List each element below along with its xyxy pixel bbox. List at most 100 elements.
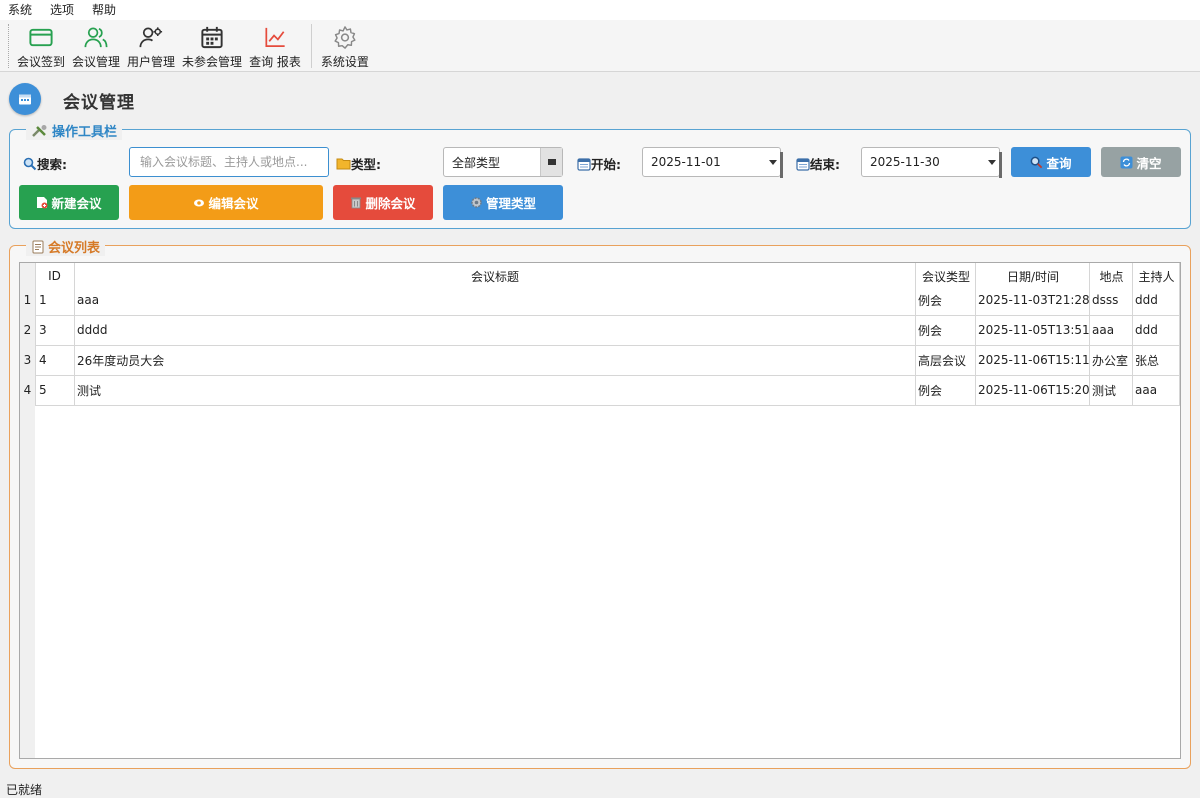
checkin-button[interactable]: 会议签到	[14, 20, 68, 70]
type-label: 类型:	[336, 154, 381, 173]
column-divider	[1179, 263, 1180, 405]
toolbar-separator	[310, 24, 312, 68]
user-manage-label: 用户管理	[127, 55, 176, 69]
table-cell-datetime[interactable]: 2025-11-06T15:11:53	[975, 345, 1089, 375]
edit-meeting-button[interactable]: 编辑会议	[129, 185, 323, 220]
table-cell-title[interactable]: aaa	[74, 285, 915, 315]
table-cell-id[interactable]: 3	[36, 315, 74, 345]
type-select[interactable]: 全部类型	[443, 147, 563, 177]
search-label-text: 搜索:	[37, 157, 67, 172]
meeting-list-legend: 会议列表	[26, 237, 106, 256]
settings-button[interactable]: 系统设置	[318, 20, 372, 70]
report-label: 查询 报表	[249, 55, 301, 69]
table-cell-datetime[interactable]: 2025-11-05T13:51:12	[975, 315, 1089, 345]
toolbar: 会议签到 会议管理 用户管理 未参会管理 查询 报表 系统设置	[0, 20, 1200, 72]
table-cell-type[interactable]: 例会	[915, 285, 975, 315]
clear-button-label: 清空	[1136, 155, 1162, 171]
end-date-value: 2025-11-30	[870, 155, 940, 169]
checkin-label: 会议签到	[17, 55, 66, 69]
table-cell-host[interactable]: ddd	[1132, 315, 1179, 345]
table-cell-host[interactable]: aaa	[1132, 375, 1179, 405]
row-number[interactable]: 3	[20, 345, 35, 375]
page-title: 会议管理	[63, 93, 135, 113]
page-calendar-icon	[9, 83, 41, 115]
table-cell-location[interactable]: dsss	[1089, 285, 1132, 315]
new-meeting-button[interactable]: 新建会议	[19, 185, 119, 220]
menu-system[interactable]: 系统	[0, 0, 41, 20]
row-number[interactable]: 4	[20, 375, 35, 405]
edit-meeting-label: 编辑会议	[208, 196, 259, 211]
start-label-text: 开始:	[591, 157, 621, 172]
report-button[interactable]: 查询 报表	[246, 20, 304, 70]
status-text: 已就绪	[6, 782, 43, 797]
table-cell-host[interactable]: 张总	[1132, 345, 1179, 375]
clear-button[interactable]: 清空	[1101, 147, 1181, 177]
search-label: 搜索:	[23, 154, 67, 173]
search-icon	[23, 157, 37, 170]
calendar-icon	[201, 26, 223, 49]
folder-icon	[336, 158, 351, 170]
table-cell-host[interactable]: ddd	[1132, 285, 1179, 315]
table-cell-location[interactable]: aaa	[1089, 315, 1132, 345]
user-manage-button[interactable]: 用户管理	[124, 20, 178, 70]
table-cell-title[interactable]: dddd	[74, 315, 915, 345]
type-label-text: 类型:	[351, 157, 381, 172]
trash-icon	[351, 197, 362, 209]
table-cell-location[interactable]: 办公室	[1089, 345, 1132, 375]
table-cell-type[interactable]: 高层会议	[915, 345, 975, 375]
table-cell-id[interactable]: 4	[36, 345, 74, 375]
meeting-manage-label: 会议管理	[72, 55, 121, 69]
user-gear-icon	[139, 27, 163, 48]
dropdown-icon[interactable]	[540, 148, 562, 176]
end-label: 结束:	[796, 154, 840, 173]
chevron-down-icon[interactable]	[766, 148, 780, 176]
table-cell-type[interactable]: 例会	[915, 315, 975, 345]
chart-icon	[265, 27, 285, 48]
pencil-icon	[194, 199, 205, 206]
start-label: 开始:	[577, 154, 621, 173]
calendar-small-icon	[577, 157, 591, 171]
row-number[interactable]: 2	[20, 315, 35, 345]
table-cell-type[interactable]: 例会	[915, 375, 975, 405]
search-icon	[1031, 156, 1043, 168]
table-cell-id[interactable]: 5	[36, 375, 74, 405]
refresh-icon	[1120, 156, 1133, 168]
start-date-value: 2025-11-01	[651, 155, 721, 169]
table-cell-location[interactable]: 测试	[1089, 375, 1132, 405]
meeting-manage-button[interactable]: 会议管理	[69, 20, 123, 70]
new-document-icon	[37, 197, 48, 209]
absence-manage-button[interactable]: 未参会管理	[179, 20, 245, 70]
delete-meeting-label: 删除会议	[365, 196, 416, 211]
menu-help[interactable]: 帮助	[83, 0, 125, 20]
row-number[interactable]: 1	[20, 285, 35, 315]
settings-label: 系统设置	[320, 55, 369, 69]
table-cell-datetime[interactable]: 2025-11-06T15:20:41	[975, 375, 1089, 405]
row-divider	[35, 405, 1180, 406]
operations-legend-text: 操作工具栏	[52, 125, 118, 140]
card-icon	[29, 28, 53, 47]
manage-types-label: 管理类型	[485, 196, 536, 211]
gear-icon	[471, 197, 482, 208]
users-icon	[84, 27, 108, 48]
delete-meeting-button[interactable]: 删除会议	[333, 185, 433, 220]
table-cell-title[interactable]: 测试	[74, 375, 915, 405]
table-cell-id[interactable]: 1	[36, 285, 74, 315]
gear-icon	[334, 26, 356, 49]
new-meeting-label: 新建会议	[51, 196, 102, 211]
tools-icon	[32, 124, 47, 137]
table-cell-title[interactable]: 26年度动员大会	[74, 345, 915, 375]
end-date-picker[interactable]: 2025-11-30	[861, 147, 1002, 178]
search-input[interactable]	[129, 147, 329, 177]
type-select-value: 全部类型	[452, 155, 501, 170]
end-label-text: 结束:	[810, 157, 840, 172]
manage-types-button[interactable]: 管理类型	[443, 185, 563, 220]
query-button[interactable]: 查询	[1011, 147, 1091, 177]
chevron-down-icon[interactable]	[985, 148, 999, 176]
query-button-label: 查询	[1046, 155, 1072, 171]
table-cell-datetime[interactable]: 2025-11-03T21:28:23	[975, 285, 1089, 315]
operations-legend: 操作工具栏	[26, 121, 123, 140]
start-date-picker[interactable]: 2025-11-01	[642, 147, 783, 178]
menu-options[interactable]: 选项	[41, 0, 83, 20]
toolbar-grip[interactable]	[8, 24, 10, 68]
absence-manage-label: 未参会管理	[182, 55, 243, 69]
